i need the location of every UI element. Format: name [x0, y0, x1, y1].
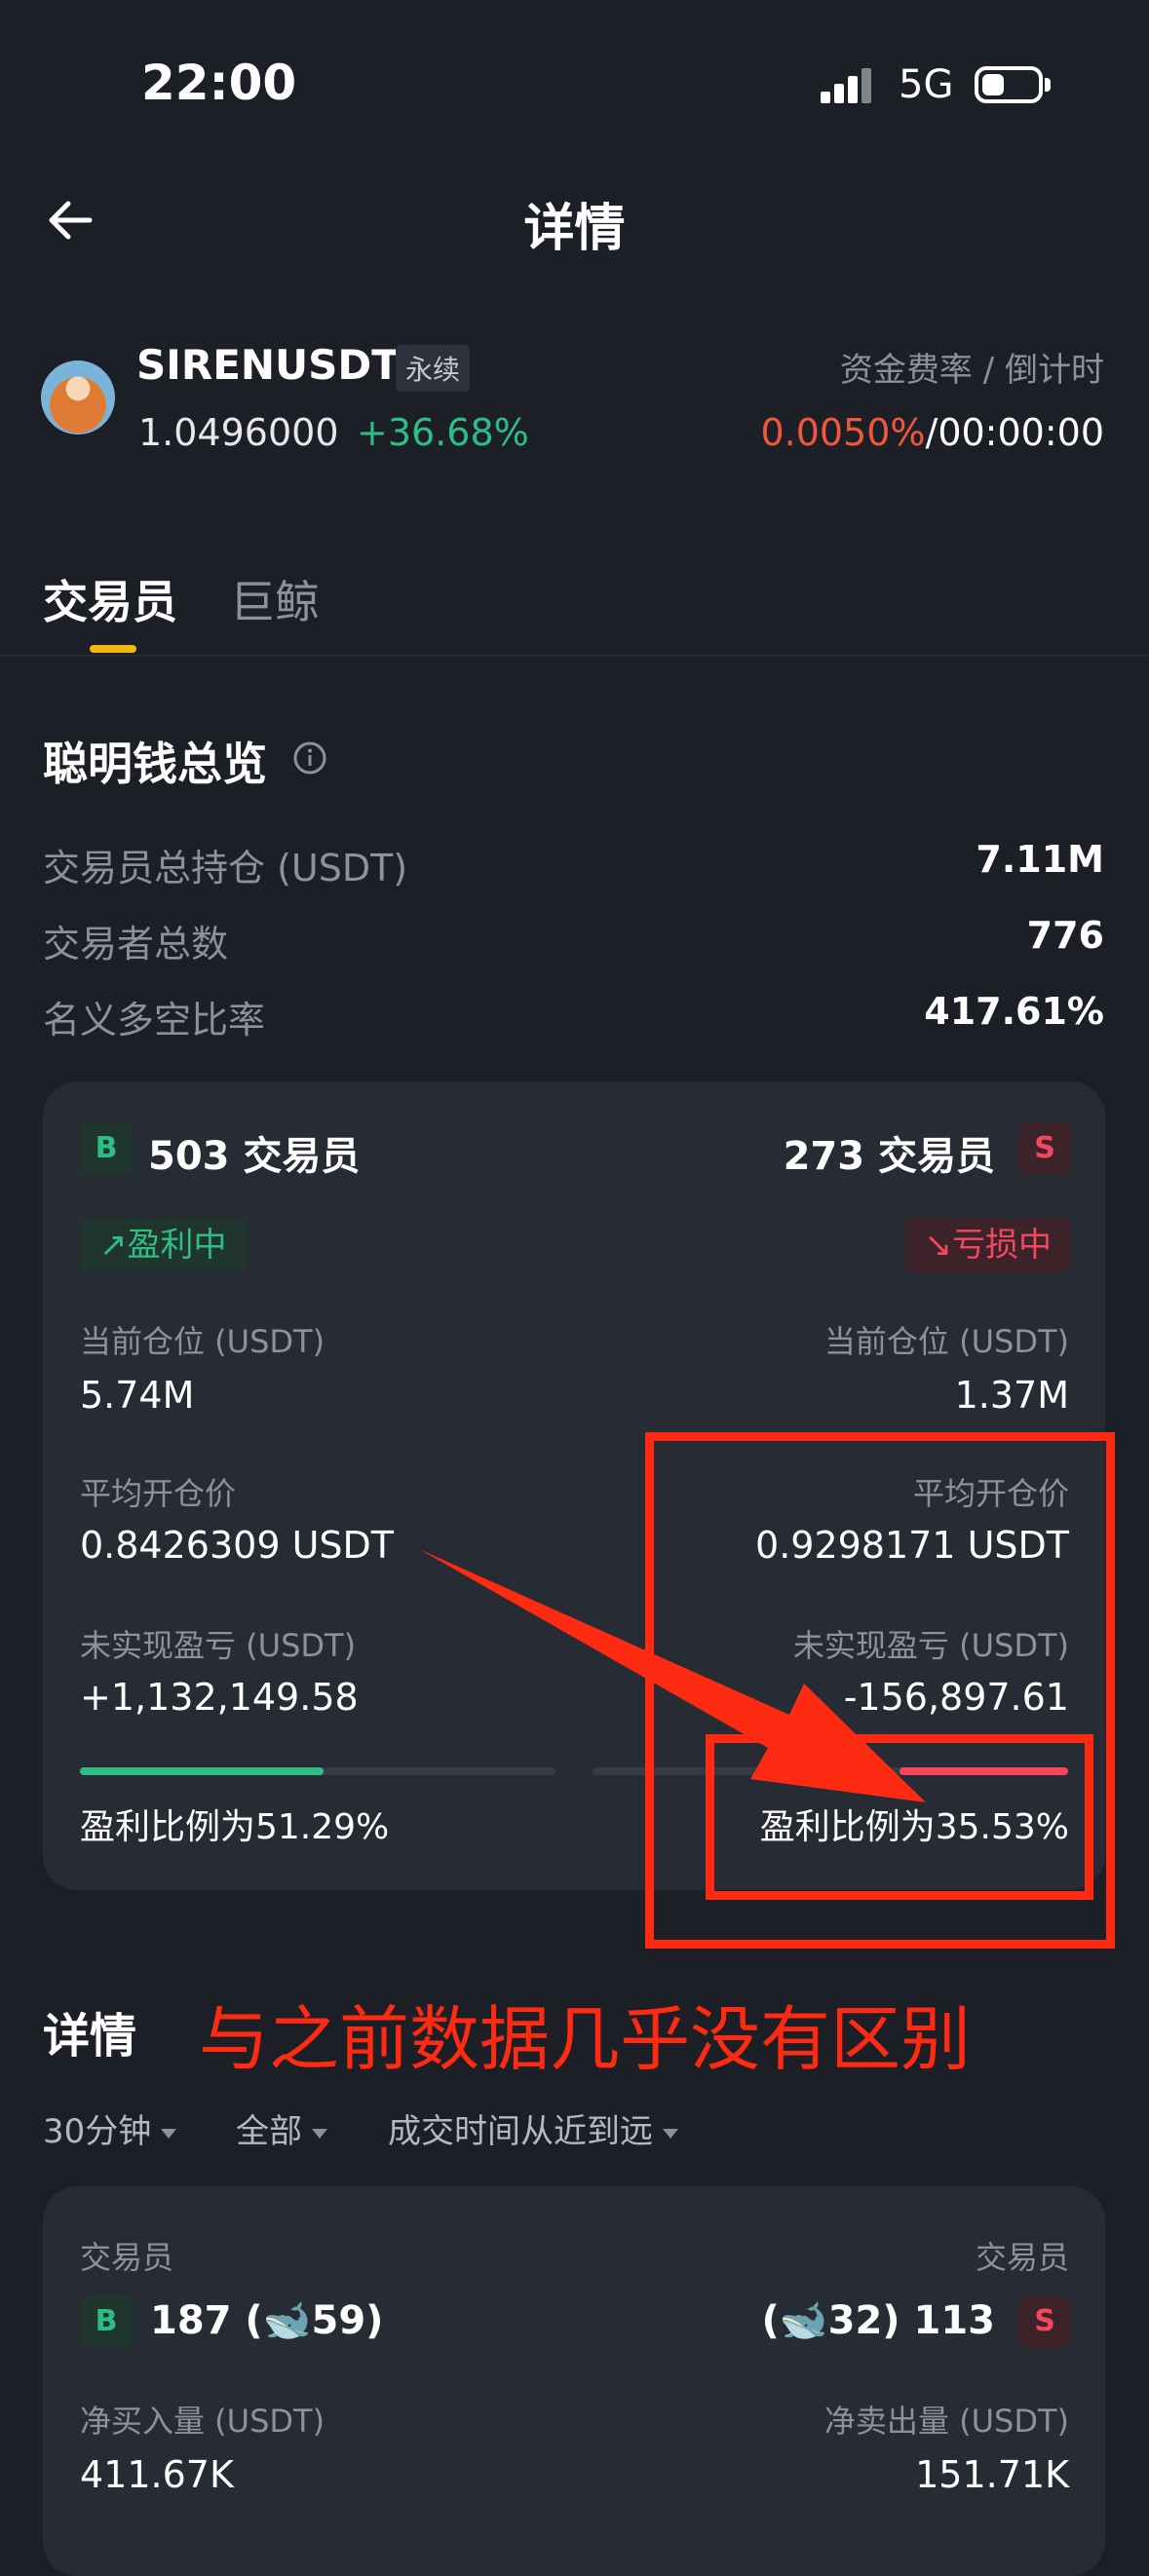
funding-separator: / [925, 411, 938, 454]
type-filter-label: 全部 [236, 2112, 302, 2151]
short-position-label: 当前仓位 (USDT) [823, 1323, 1069, 1360]
sort-filter-label: 成交时间从近到远 [388, 2112, 653, 2151]
total-position-label: 交易员总持仓 (USDT) [43, 847, 408, 890]
type-filter[interactable]: 全部 [236, 2104, 327, 2152]
long-avg-price-label: 平均开仓价 [80, 1475, 237, 1512]
long-short-ratio-value: 417.61% [924, 990, 1104, 1033]
long-profit-ratio: 盈利比例为51.29% [80, 1807, 390, 1847]
battery-nub [1045, 78, 1051, 92]
details-buy-badge: B [80, 2295, 133, 2348]
battery-icon [975, 66, 1043, 103]
time-filter-caret-icon [161, 2128, 177, 2139]
long-short-ratio-label: 名义多空比率 [43, 999, 266, 1042]
long-avg-price-value: 0.8426309 USDT [80, 1524, 394, 1567]
details-sell-badge: S [1018, 2295, 1071, 2348]
sort-filter-caret-icon [663, 2128, 678, 2139]
time-filter-label: 30分钟 [43, 2112, 152, 2151]
short-trader-count: 273 交易员 [783, 1134, 995, 1179]
net-buy-value: 411.67K [80, 2453, 234, 2496]
page-title: 详情 [523, 200, 626, 258]
net-sell-label: 净卖出量 (USDT) [823, 2403, 1069, 2440]
details-sell-count: (🐋32) 113 [761, 2298, 995, 2343]
long-trader-count: 503 交易员 [148, 1134, 361, 1179]
long-position-label: 当前仓位 (USDT) [80, 1323, 326, 1360]
overview-title: 聪明钱总览 [43, 738, 267, 790]
buy-badge: B [80, 1122, 133, 1175]
signal-icon [821, 66, 877, 103]
details-card [43, 2186, 1105, 2576]
status-time: 22:00 [141, 55, 297, 111]
tab-traders[interactable]: 交易员 [43, 567, 177, 631]
tab-whales[interactable]: 巨鲸 [230, 567, 320, 631]
network-type: 5G [899, 62, 954, 107]
details-buy-count: 187 (🐋59) [150, 2298, 384, 2343]
details-sell-label: 交易员 [975, 2239, 1069, 2276]
long-pnl-value: +1,132,149.58 [80, 1676, 359, 1719]
tab-active-indicator [90, 645, 136, 653]
time-filter[interactable]: 30分钟 [43, 2104, 177, 2152]
sort-filter[interactable]: 成交时间从近到远 [388, 2104, 678, 2152]
funding-info: 0.0050%/00:00:00 [760, 411, 1104, 454]
total-position-value: 7.11M [976, 838, 1104, 881]
profit-status-pill: ↗盈利中 [80, 1218, 247, 1272]
funding-rate: 0.0050% [760, 411, 926, 454]
long-position-value: 5.74M [80, 1374, 195, 1417]
annotation-text: 与之前数据几乎没有区别 [199, 1998, 972, 2080]
symbol-name: SIRENUSDT [136, 341, 400, 389]
net-sell-value: 151.71K [915, 2453, 1069, 2496]
funding-label: 资金费率 / 倒计时 [839, 351, 1104, 390]
perpetual-badge: 永续 [396, 345, 471, 392]
trader-count-label: 交易者总数 [43, 923, 229, 966]
price-change: +36.68% [357, 411, 529, 454]
details-buy-label: 交易员 [80, 2239, 174, 2276]
long-profit-bar-fill [80, 1767, 325, 1775]
net-buy-label: 净买入量 (USDT) [80, 2403, 326, 2440]
long-pnl-label: 未实现盈亏 (USDT) [80, 1627, 357, 1664]
annotation-arrow [419, 1549, 926, 1802]
sell-badge: S [1018, 1122, 1071, 1175]
token-avatar [41, 360, 115, 435]
type-filter-caret-icon [312, 2128, 327, 2139]
short-position-value: 1.37M [954, 1374, 1069, 1417]
trader-count-value: 776 [1026, 914, 1104, 957]
details-title: 详情 [43, 2009, 137, 2064]
tabs-divider [0, 655, 1149, 657]
loss-status-pill: ↘亏损中 [904, 1218, 1071, 1272]
last-price: 1.0496000 [138, 411, 339, 454]
info-icon[interactable] [292, 740, 327, 776]
funding-countdown: 00:00:00 [938, 411, 1104, 454]
